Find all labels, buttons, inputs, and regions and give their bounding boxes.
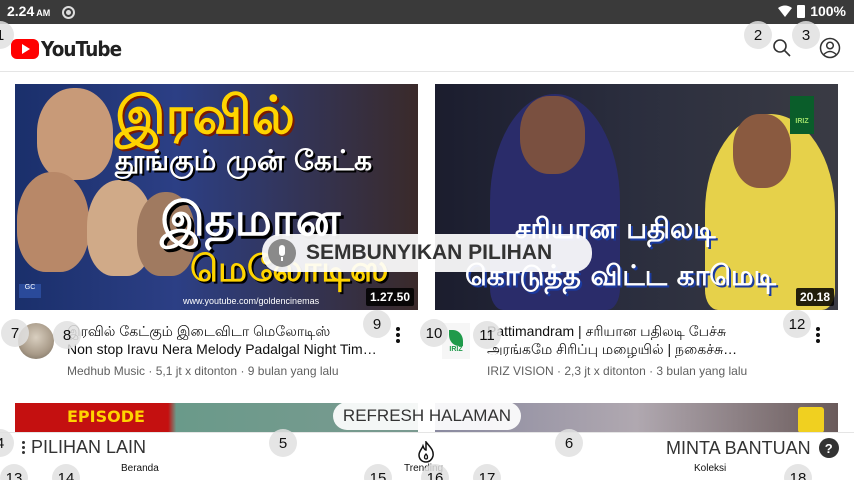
video-title[interactable]: இரவில் கேட்கும் இடைவிடா மெலோடிஸ்	[67, 322, 387, 340]
video-meta: IRIZ VISION · 2,3 jt x ditonton · 3 bula…	[487, 364, 748, 378]
wifi-icon	[778, 5, 793, 17]
marker-badge[interactable]: 5	[269, 429, 297, 457]
video-title[interactable]: Pattimandram | சரியான பதிலடி பேச்சு	[487, 322, 807, 340]
nav-library-label[interactable]: Koleksi	[694, 463, 726, 474]
more-actions-icon[interactable]	[816, 327, 820, 343]
channel-watermark: GC	[19, 284, 41, 298]
thumbnail-text: EPISODE	[67, 407, 145, 426]
status-time: 2.24 AM	[7, 3, 51, 19]
video-thumbnail[interactable]: இரவில் தூங்கும் முன் கேட்க இதமான மெலோடிஸ…	[15, 84, 418, 310]
thumbnail-face	[733, 114, 791, 188]
video-thumbnail[interactable]: IRIZ சரியான பதிலடி கொடுத்த விட்ட காமெடி …	[435, 84, 838, 310]
thumbnail-person	[37, 88, 113, 180]
more-actions-icon[interactable]	[396, 327, 400, 343]
status-indicators: 100%	[778, 3, 846, 19]
vertical-dots-icon	[22, 440, 25, 454]
video-meta: Medhub Music · 5,1 jt x ditonton · 9 bul…	[67, 364, 339, 378]
get-help-button[interactable]: MINTA BANTUAN ?	[658, 434, 847, 462]
channel-watermark	[798, 407, 824, 433]
thumbnail-url: www.youtube.com/goldencinemas	[183, 296, 320, 306]
leaf-icon	[449, 329, 463, 346]
hide-options-button[interactable]: SEMBUNYIKAN PILIHAN	[262, 234, 592, 272]
marker-badge[interactable]: 9	[363, 310, 391, 338]
battery-level: 100%	[810, 3, 846, 19]
marker-badge[interactable]: 3	[792, 21, 820, 49]
marker-badge[interactable]: 11	[473, 321, 501, 349]
nav-home-label[interactable]: Beranda	[121, 463, 159, 474]
marker-badge[interactable]: 2	[744, 21, 772, 49]
thumbnail-subtitle: தூங்கும் முன் கேட்க	[115, 144, 373, 177]
youtube-logo[interactable]: YouTube	[11, 37, 128, 61]
notification-icon	[62, 6, 75, 19]
play-logo-icon	[11, 39, 39, 59]
marker-badge[interactable]: 6	[555, 429, 583, 457]
marker-badge[interactable]: 8	[53, 321, 81, 349]
more-options-button[interactable]: PILIHAN LAIN	[14, 433, 155, 461]
help-icon: ?	[818, 438, 839, 458]
marker-badge[interactable]: 7	[1, 319, 29, 347]
logo-text: YouTube	[41, 37, 122, 61]
refresh-page-button[interactable]: REFRESH HALAMAN	[333, 402, 521, 430]
thumbnail-title: இரவில்	[115, 86, 295, 146]
thumbnail-person	[17, 172, 89, 272]
mic-icon	[268, 239, 296, 267]
video-title-line2[interactable]: அரங்கமே சிரிப்பு மழையில் | நகைச்சு…	[487, 340, 787, 358]
trending-icon[interactable]	[416, 441, 436, 463]
duration-badge: 1.27.50	[365, 288, 414, 306]
marker-badge[interactable]: 10	[420, 319, 448, 347]
top-app-bar: YouTube	[0, 24, 854, 72]
search-icon[interactable]	[772, 38, 792, 58]
account-icon[interactable]	[819, 37, 841, 59]
status-bar: 2.24 AM 100%	[0, 0, 854, 24]
thumbnail-face	[520, 96, 585, 174]
channel-watermark: IRIZ	[790, 96, 814, 134]
marker-badge[interactable]: 12	[783, 310, 811, 338]
battery-icon	[797, 4, 806, 18]
duration-badge: 20.18	[795, 288, 834, 306]
video-title-line2[interactable]: Non stop Iravu Nera Melody Padalgal Nigh…	[67, 340, 387, 358]
